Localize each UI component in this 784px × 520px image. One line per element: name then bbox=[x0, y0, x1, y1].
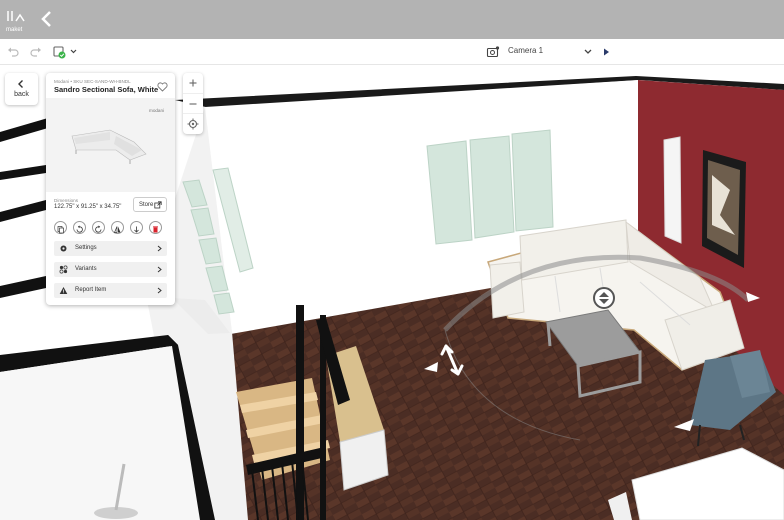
rotate-left-icon bbox=[76, 225, 83, 233]
rotate-right-icon bbox=[95, 225, 102, 233]
editor-toolbar: Camera 1 bbox=[0, 39, 784, 65]
app-root: maket Camera 1 back Modani • SKU SEC-SAN… bbox=[0, 0, 784, 520]
duplicate-button[interactable] bbox=[54, 221, 67, 234]
plus-icon bbox=[189, 79, 197, 87]
product-title: Sandro Sectional Sofa, White bbox=[54, 85, 159, 94]
warning-icon bbox=[59, 287, 68, 294]
settings-row[interactable]: Settings bbox=[54, 241, 167, 256]
app-header: maket bbox=[0, 0, 784, 39]
trash-icon bbox=[153, 226, 158, 233]
report-item-label: Report Item bbox=[75, 287, 107, 293]
play-icon[interactable] bbox=[601, 44, 611, 60]
brand-logo: modani bbox=[149, 108, 165, 113]
back-button[interactable]: back bbox=[5, 73, 38, 105]
delete-button[interactable] bbox=[149, 221, 162, 234]
camera-icon[interactable] bbox=[486, 44, 500, 60]
gear-icon bbox=[60, 245, 67, 252]
crosshair-icon bbox=[187, 118, 199, 130]
rotate-right-button[interactable] bbox=[92, 221, 105, 234]
save-status-icon[interactable] bbox=[52, 44, 78, 60]
recenter-button[interactable] bbox=[183, 113, 203, 133]
minus-icon bbox=[189, 103, 197, 105]
move-down-button[interactable] bbox=[130, 221, 143, 234]
chevron-right-icon bbox=[157, 266, 162, 273]
store-button[interactable]: Store bbox=[133, 197, 167, 212]
product-panel: Modani • SKU SEC-SAND-WH-BNDL Sandro Sec… bbox=[46, 73, 175, 305]
settings-label: Settings bbox=[75, 245, 97, 251]
chevron-right-icon bbox=[157, 287, 162, 294]
arrow-down-icon bbox=[134, 226, 139, 233]
heart-icon[interactable] bbox=[157, 82, 168, 92]
rotate-left-button[interactable] bbox=[73, 221, 86, 234]
chevron-right-icon bbox=[157, 245, 162, 252]
dimensions-value: 122.75" x 91.25" x 34.75" bbox=[54, 204, 122, 210]
chevron-down-icon[interactable] bbox=[583, 44, 593, 60]
store-label: Store bbox=[139, 202, 154, 208]
copy-icon bbox=[57, 226, 64, 234]
flip-button[interactable] bbox=[111, 221, 124, 234]
dimensions-label: Dimensions bbox=[54, 198, 78, 203]
logo-word: maket bbox=[6, 27, 23, 33]
maket-logo[interactable]: maket bbox=[6, 9, 26, 33]
product-breadcrumb: Modani • SKU SEC-SAND-WH-BNDL bbox=[54, 79, 131, 84]
chevron-left-icon[interactable] bbox=[38, 9, 56, 29]
zoom-out-button[interactable] bbox=[183, 93, 203, 113]
zoom-controls bbox=[183, 73, 203, 134]
back-label: back bbox=[14, 91, 29, 98]
flip-icon bbox=[113, 226, 121, 233]
report-item-row[interactable]: Report Item bbox=[54, 283, 167, 298]
up-down-arrows-icon bbox=[599, 292, 609, 304]
variants-label: Variants bbox=[75, 266, 97, 272]
elevation-handle[interactable] bbox=[593, 287, 615, 309]
variants-icon bbox=[59, 265, 68, 274]
chevron-left-icon bbox=[18, 80, 23, 88]
external-link-icon bbox=[154, 201, 162, 209]
camera-select[interactable]: Camera 1 bbox=[508, 46, 543, 55]
redo-icon[interactable] bbox=[29, 44, 43, 60]
zoom-in-button[interactable] bbox=[183, 73, 203, 93]
logo-mark-icon bbox=[7, 11, 25, 22]
undo-icon[interactable] bbox=[6, 44, 20, 60]
variants-row[interactable]: Variants bbox=[54, 262, 167, 277]
